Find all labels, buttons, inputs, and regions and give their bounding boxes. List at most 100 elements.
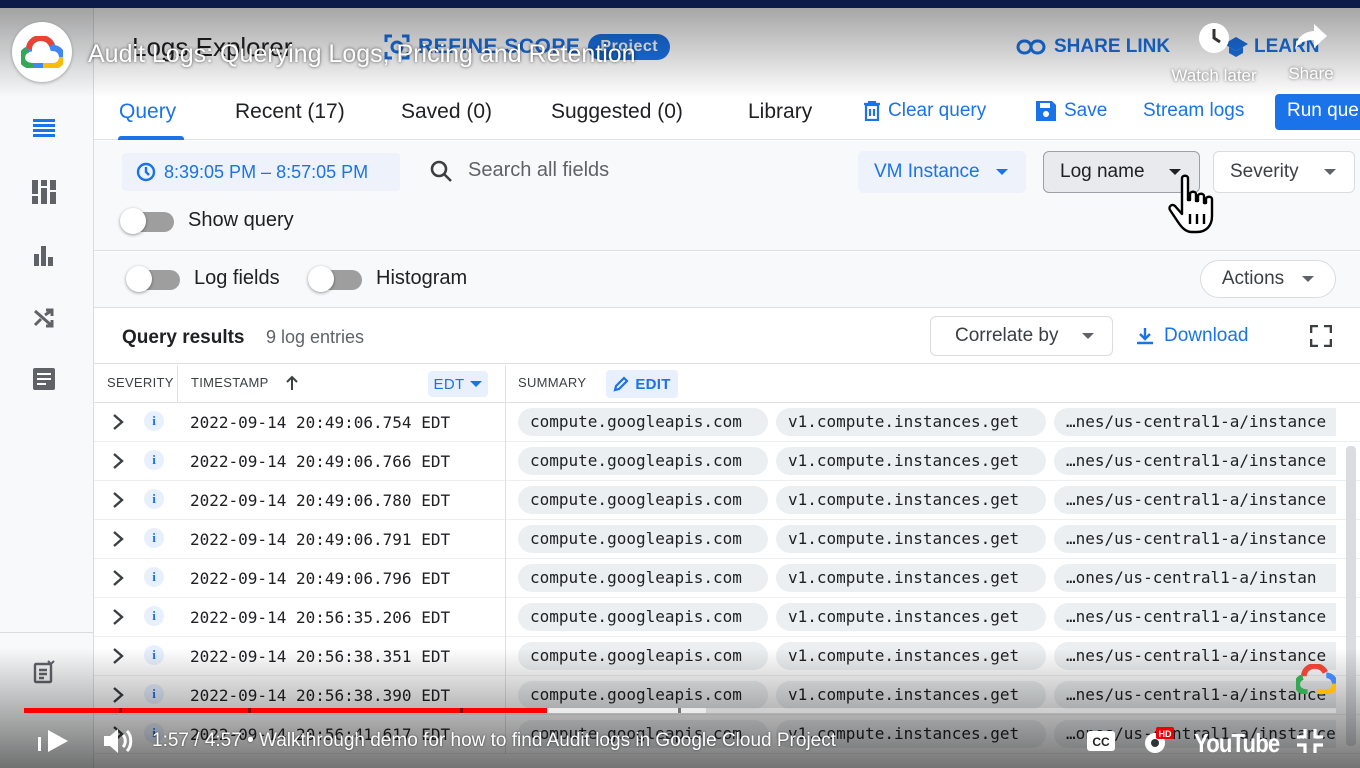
service-chip[interactable]: compute.googleapis.com (518, 525, 768, 553)
bar-chart-icon[interactable] (30, 242, 58, 270)
exit-fullscreen-icon[interactable] (1296, 728, 1324, 754)
table-scrollbar[interactable] (1346, 446, 1356, 746)
resource-filter-dropdown[interactable]: VM Instance (858, 151, 1026, 193)
severity-filter-dropdown[interactable]: Severity (1213, 151, 1355, 193)
run-query-button[interactable]: Run query (1275, 94, 1360, 130)
download-label: Download (1164, 325, 1249, 346)
method-chip[interactable]: v1.compute.instances.get (776, 525, 1046, 553)
table-row[interactable]: i 2022-09-14 20:56:35.206 EDT compute.goog… (94, 598, 1360, 637)
table-row[interactable]: i 2022-09-14 20:49:06.780 EDT compute.goog… (94, 481, 1360, 520)
table-row[interactable]: i 2022-09-14 20:49:06.766 EDT compute.goog… (94, 442, 1360, 481)
table-row[interactable]: i 2022-09-14 20:49:06.791 EDT compute.goog… (94, 520, 1360, 559)
method-chip[interactable]: v1.compute.instances.get (776, 603, 1046, 631)
search-placeholder: Search all fields (468, 159, 610, 181)
log-fields-toggle[interactable]: Log fields (126, 265, 280, 292)
google-cloud-badge-icon (1296, 664, 1336, 694)
tab-recent[interactable]: Recent (17) (235, 100, 345, 124)
tab-saved[interactable]: Saved (0) (401, 100, 492, 124)
clear-query-button[interactable]: Clear query (864, 100, 986, 122)
document-icon[interactable] (30, 365, 58, 393)
save-button[interactable]: Save (1036, 100, 1107, 122)
settings-gear-icon[interactable]: HD (1140, 726, 1176, 756)
pencil-icon (613, 376, 629, 392)
col-timestamp[interactable]: TIMESTAMP (191, 375, 269, 390)
timestamp-cell: 2022-09-14 20:49:06.766 EDT (190, 452, 451, 471)
service-chip[interactable]: compute.googleapis.com (518, 681, 768, 709)
correlate-by-dropdown[interactable]: Correlate by (930, 316, 1113, 356)
resource-chip[interactable]: …nes/us-central1-a/instance (1054, 681, 1336, 709)
chapter-marker (678, 708, 681, 713)
resource-chip[interactable]: …nes/us-central1-a/instance (1054, 447, 1336, 475)
resource-chip[interactable]: …nes/us-central1-a/instance (1054, 603, 1336, 631)
list-icon[interactable] (30, 114, 58, 142)
chevron-right-icon[interactable] (110, 608, 126, 626)
chevron-down-icon (1302, 276, 1315, 282)
method-chip[interactable]: v1.compute.instances.get (776, 486, 1046, 514)
tab-suggested[interactable]: Suggested (0) (551, 100, 683, 124)
tab-library[interactable]: Library (748, 100, 812, 124)
watch-later-button[interactable]: Watch later (1162, 22, 1266, 86)
table-row[interactable]: i 2022-09-14 20:56:38.351 EDT compute.goog… (94, 637, 1360, 676)
method-chip[interactable]: v1.compute.instances.get (776, 447, 1046, 475)
save-icon (1036, 101, 1056, 121)
service-chip[interactable]: compute.googleapis.com (518, 486, 768, 514)
fullscreen-icon[interactable] (1310, 325, 1332, 347)
chevron-right-icon[interactable] (110, 530, 126, 548)
col-severity[interactable]: SEVERITY (107, 375, 174, 390)
toggle-switch[interactable] (308, 265, 362, 292)
youtube-logo[interactable]: YouTube (1194, 728, 1280, 759)
service-chip[interactable]: compute.googleapis.com (518, 603, 768, 631)
google-cloud-logo[interactable] (12, 22, 72, 82)
histogram-toggle[interactable]: Histogram (308, 265, 467, 292)
method-chip[interactable]: v1.compute.instances.get (776, 642, 1046, 670)
show-query-toggle[interactable]: Show query (120, 207, 294, 234)
next-chapter-icon[interactable] (36, 726, 72, 756)
method-chip[interactable]: v1.compute.instances.get (776, 564, 1046, 592)
download-button[interactable]: Download (1136, 325, 1249, 347)
tab-query[interactable]: Query (119, 100, 176, 124)
share-link-button[interactable]: SHARE LINK (1016, 36, 1170, 58)
service-chip[interactable]: compute.googleapis.com (518, 642, 768, 670)
service-chip[interactable]: compute.googleapis.com (518, 447, 768, 475)
service-chip[interactable]: compute.googleapis.com (518, 408, 768, 436)
table-row[interactable]: i 2022-09-14 20:49:06.754 EDT compute.goog… (94, 403, 1360, 442)
chapter-title[interactable]: • Walkthrough demo for how to find Audit… (247, 730, 836, 751)
toggle-switch[interactable] (120, 207, 174, 234)
captions-icon[interactable]: CC (1086, 730, 1116, 752)
edit-summary-button[interactable]: EDIT (606, 370, 678, 398)
chevron-right-icon[interactable] (110, 647, 126, 665)
col-summary: SUMMARY (518, 375, 587, 390)
method-chip[interactable]: v1.compute.instances.get (776, 408, 1046, 436)
volume-icon[interactable] (102, 726, 136, 756)
toggle-switch[interactable] (126, 265, 180, 292)
sort-arrow-up-icon[interactable] (285, 375, 299, 391)
dashboard-icon[interactable] (30, 178, 58, 206)
played-bar (24, 708, 548, 713)
release-notes-icon[interactable] (30, 658, 58, 686)
chevron-right-icon[interactable] (110, 413, 126, 431)
time-range-picker[interactable]: 8:39:05 PM – 8:57:05 PM (122, 153, 400, 191)
share-button[interactable]: Share (1278, 22, 1344, 84)
service-chip[interactable]: compute.googleapis.com (518, 564, 768, 592)
actions-menu-button[interactable]: Actions (1200, 260, 1336, 298)
search-field[interactable]: Search all fields (430, 159, 609, 182)
chevron-down-icon (996, 169, 1008, 175)
resource-chip[interactable]: …ones/us-central1-a/instan (1054, 564, 1336, 592)
resource-chip[interactable]: …nes/us-central1-a/instance (1054, 486, 1336, 514)
stream-logs-button[interactable]: Stream logs (1143, 100, 1244, 122)
download-icon (1137, 328, 1153, 345)
timezone-selector[interactable]: EDT (428, 371, 488, 397)
shuffle-icon[interactable] (30, 304, 58, 332)
resource-chip[interactable]: …nes/us-central1-a/instance (1054, 408, 1336, 436)
chevron-right-icon[interactable] (110, 569, 126, 587)
progress-bar[interactable] (24, 708, 1336, 713)
timestamp-cell: 2022-09-14 20:49:06.791 EDT (190, 530, 451, 549)
chevron-right-icon[interactable] (110, 452, 126, 470)
resource-chip[interactable]: …nes/us-central1-a/instance (1054, 525, 1336, 553)
video-title[interactable]: Audit Logs: Querying Logs, Pricing and R… (88, 40, 636, 69)
resource-chip[interactable]: …nes/us-central1-a/instance (1054, 642, 1336, 670)
method-chip[interactable]: v1.compute.instances.get (776, 681, 1046, 709)
chevron-right-icon[interactable] (110, 686, 126, 704)
table-row[interactable]: i 2022-09-14 20:49:06.796 EDT compute.goog… (94, 559, 1360, 598)
chevron-right-icon[interactable] (110, 491, 126, 509)
